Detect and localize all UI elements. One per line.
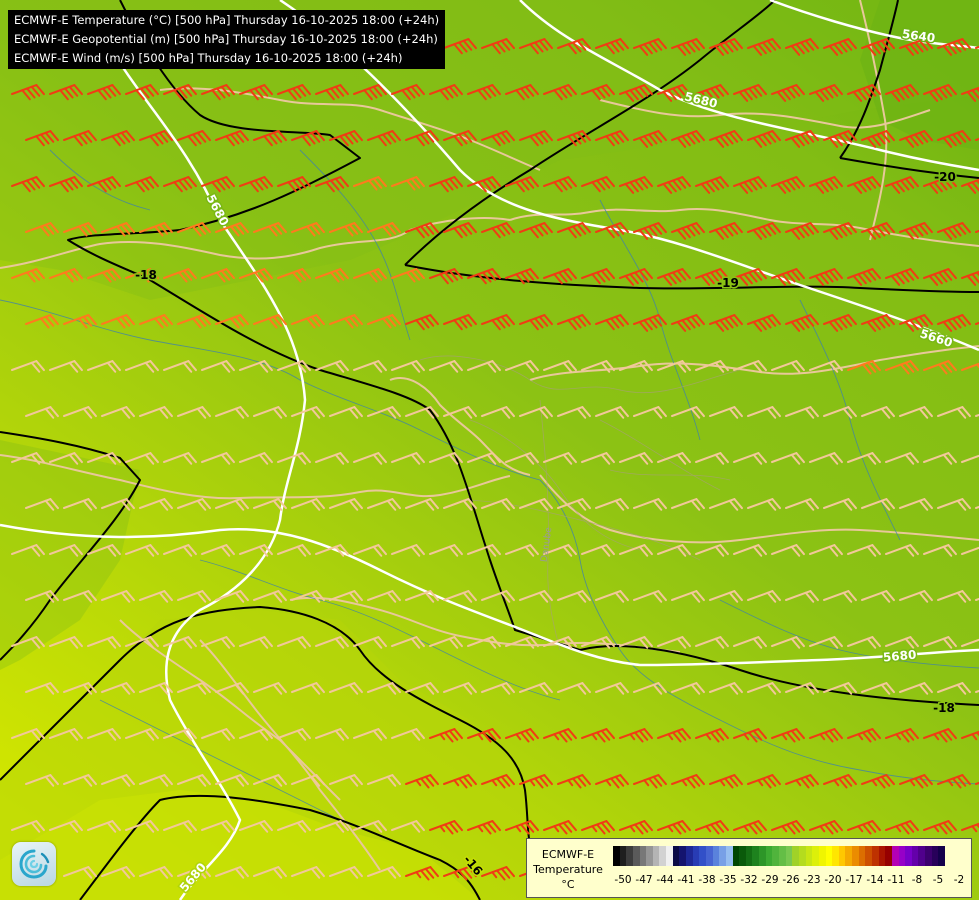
map-header: ECMWF-E Temperature (°C) [500 hPa] Thurs… <box>8 10 446 69</box>
temperature-label: -19 <box>717 276 739 290</box>
legend-swatch <box>785 846 793 866</box>
legend-swatch <box>752 846 760 866</box>
legend-swatch <box>812 846 819 866</box>
legend-variable: Temperature <box>533 863 603 876</box>
weather-map[interactable]: 5680 5680 5680 5680 5660 5640 -20 -19 -18 -18 -16 D… <box>0 0 979 900</box>
legend-swatch <box>646 846 653 866</box>
legend-swatch <box>885 846 892 866</box>
color-legend: ECMWF-E Temperature °C -50 -47 -44 -41 -38 -3… <box>526 838 972 898</box>
legend-tick-labels: -50 -47 -44 -41 -38 -35 -32 -29 -26 -23 -20 -17 -14-… <box>613 874 969 890</box>
legend-tick-label: -26 <box>782 874 800 886</box>
legend-tick-label: -35 <box>719 874 737 886</box>
legend-color-bar <box>613 846 946 866</box>
legend-swatch <box>805 846 813 866</box>
wind-layer-title: ECMWF-E Wind (m/s) [500 hPa] Thursday 16… <box>14 51 403 65</box>
legend-swatch <box>666 846 673 866</box>
legend-swatch <box>765 846 773 866</box>
legend-tick-label: -11 <box>887 874 905 886</box>
legend-swatch <box>705 846 713 866</box>
swirl-logo-icon <box>19 849 50 879</box>
legend-swatch <box>626 846 633 866</box>
legend-swatch <box>659 846 667 866</box>
app-logo-button[interactable] <box>12 842 56 886</box>
legend-swatch <box>905 846 912 866</box>
legend-swatch <box>825 846 833 866</box>
legend-swatch <box>871 846 879 866</box>
legend-swatch <box>865 846 872 866</box>
legend-swatch <box>838 846 846 866</box>
legend-swatch <box>891 846 899 866</box>
temperature-label: -20 <box>934 170 956 184</box>
legend-swatch <box>613 846 620 866</box>
legend-unit: °C <box>561 878 575 891</box>
legend-swatch <box>878 846 886 866</box>
legend-swatch <box>732 846 740 866</box>
legend-swatch <box>632 846 640 866</box>
legend-swatch <box>759 846 766 866</box>
legend-swatch <box>911 846 919 866</box>
legend-swatch <box>712 846 720 866</box>
legend-tick-label: -8 <box>911 874 923 886</box>
legend-tick-label: -20 <box>824 874 842 886</box>
legend-tick-label: -23 <box>803 874 821 886</box>
legend-swatch <box>719 846 726 866</box>
legend-model: ECMWF-E <box>541 848 595 861</box>
legend-swatch <box>652 846 660 866</box>
legend-tick-label: -5 <box>932 874 944 886</box>
legend-swatch <box>792 846 799 866</box>
legend-swatch <box>852 846 859 866</box>
legend-swatch <box>739 846 746 866</box>
temperature-label: -18 <box>933 701 955 715</box>
temperature-layer-title: ECMWF-E Temperature (°C) [500 hPa] Thurs… <box>14 13 440 27</box>
geopotential-layer-title: ECMWF-E Geopotential (m) [500 hPa] Thurs… <box>14 32 438 46</box>
legend-tick-label: -17 <box>845 874 863 886</box>
legend-title: ECMWF-E Temperature °C <box>527 847 609 892</box>
legend-tick-label: -50 <box>614 874 632 886</box>
legend-tick-label: -14 <box>866 874 884 886</box>
legend-swatch <box>692 846 700 866</box>
legend-swatch <box>798 846 806 866</box>
temperature-label: -18 <box>135 268 157 282</box>
legend-swatch <box>725 846 733 866</box>
map-canvas[interactable]: 568056805680568056605640-20-19-18-18-16D… <box>0 0 979 900</box>
legend-swatch <box>938 846 946 866</box>
legend-swatch <box>772 846 780 866</box>
legend-swatch <box>639 846 647 866</box>
legend-swatch <box>619 846 627 866</box>
legend-swatch <box>898 846 906 866</box>
legend-tick-label: -32 <box>740 874 758 886</box>
legend-swatch <box>686 846 693 866</box>
legend-swatch <box>779 846 786 866</box>
legend-swatch <box>858 846 866 866</box>
legend-swatch <box>918 846 926 866</box>
legend-swatch <box>832 846 839 866</box>
legend-tick-label: -47 <box>635 874 653 886</box>
legend-tick-label: -41 <box>677 874 695 886</box>
legend-swatch <box>745 846 753 866</box>
legend-tick-label: -2 <box>953 874 965 886</box>
legend-swatch <box>672 846 680 866</box>
legend-swatch <box>925 846 932 866</box>
legend-swatch <box>699 846 706 866</box>
legend-swatch <box>818 846 826 866</box>
legend-swatch <box>845 846 853 866</box>
legend-tick-label: -38 <box>698 874 716 886</box>
legend-tick-label: -44 <box>656 874 674 886</box>
geopotential-label: 5680 <box>882 648 916 665</box>
legend-swatch <box>931 846 939 866</box>
legend-tick-label: -29 <box>761 874 779 886</box>
legend-swatch <box>679 846 687 866</box>
